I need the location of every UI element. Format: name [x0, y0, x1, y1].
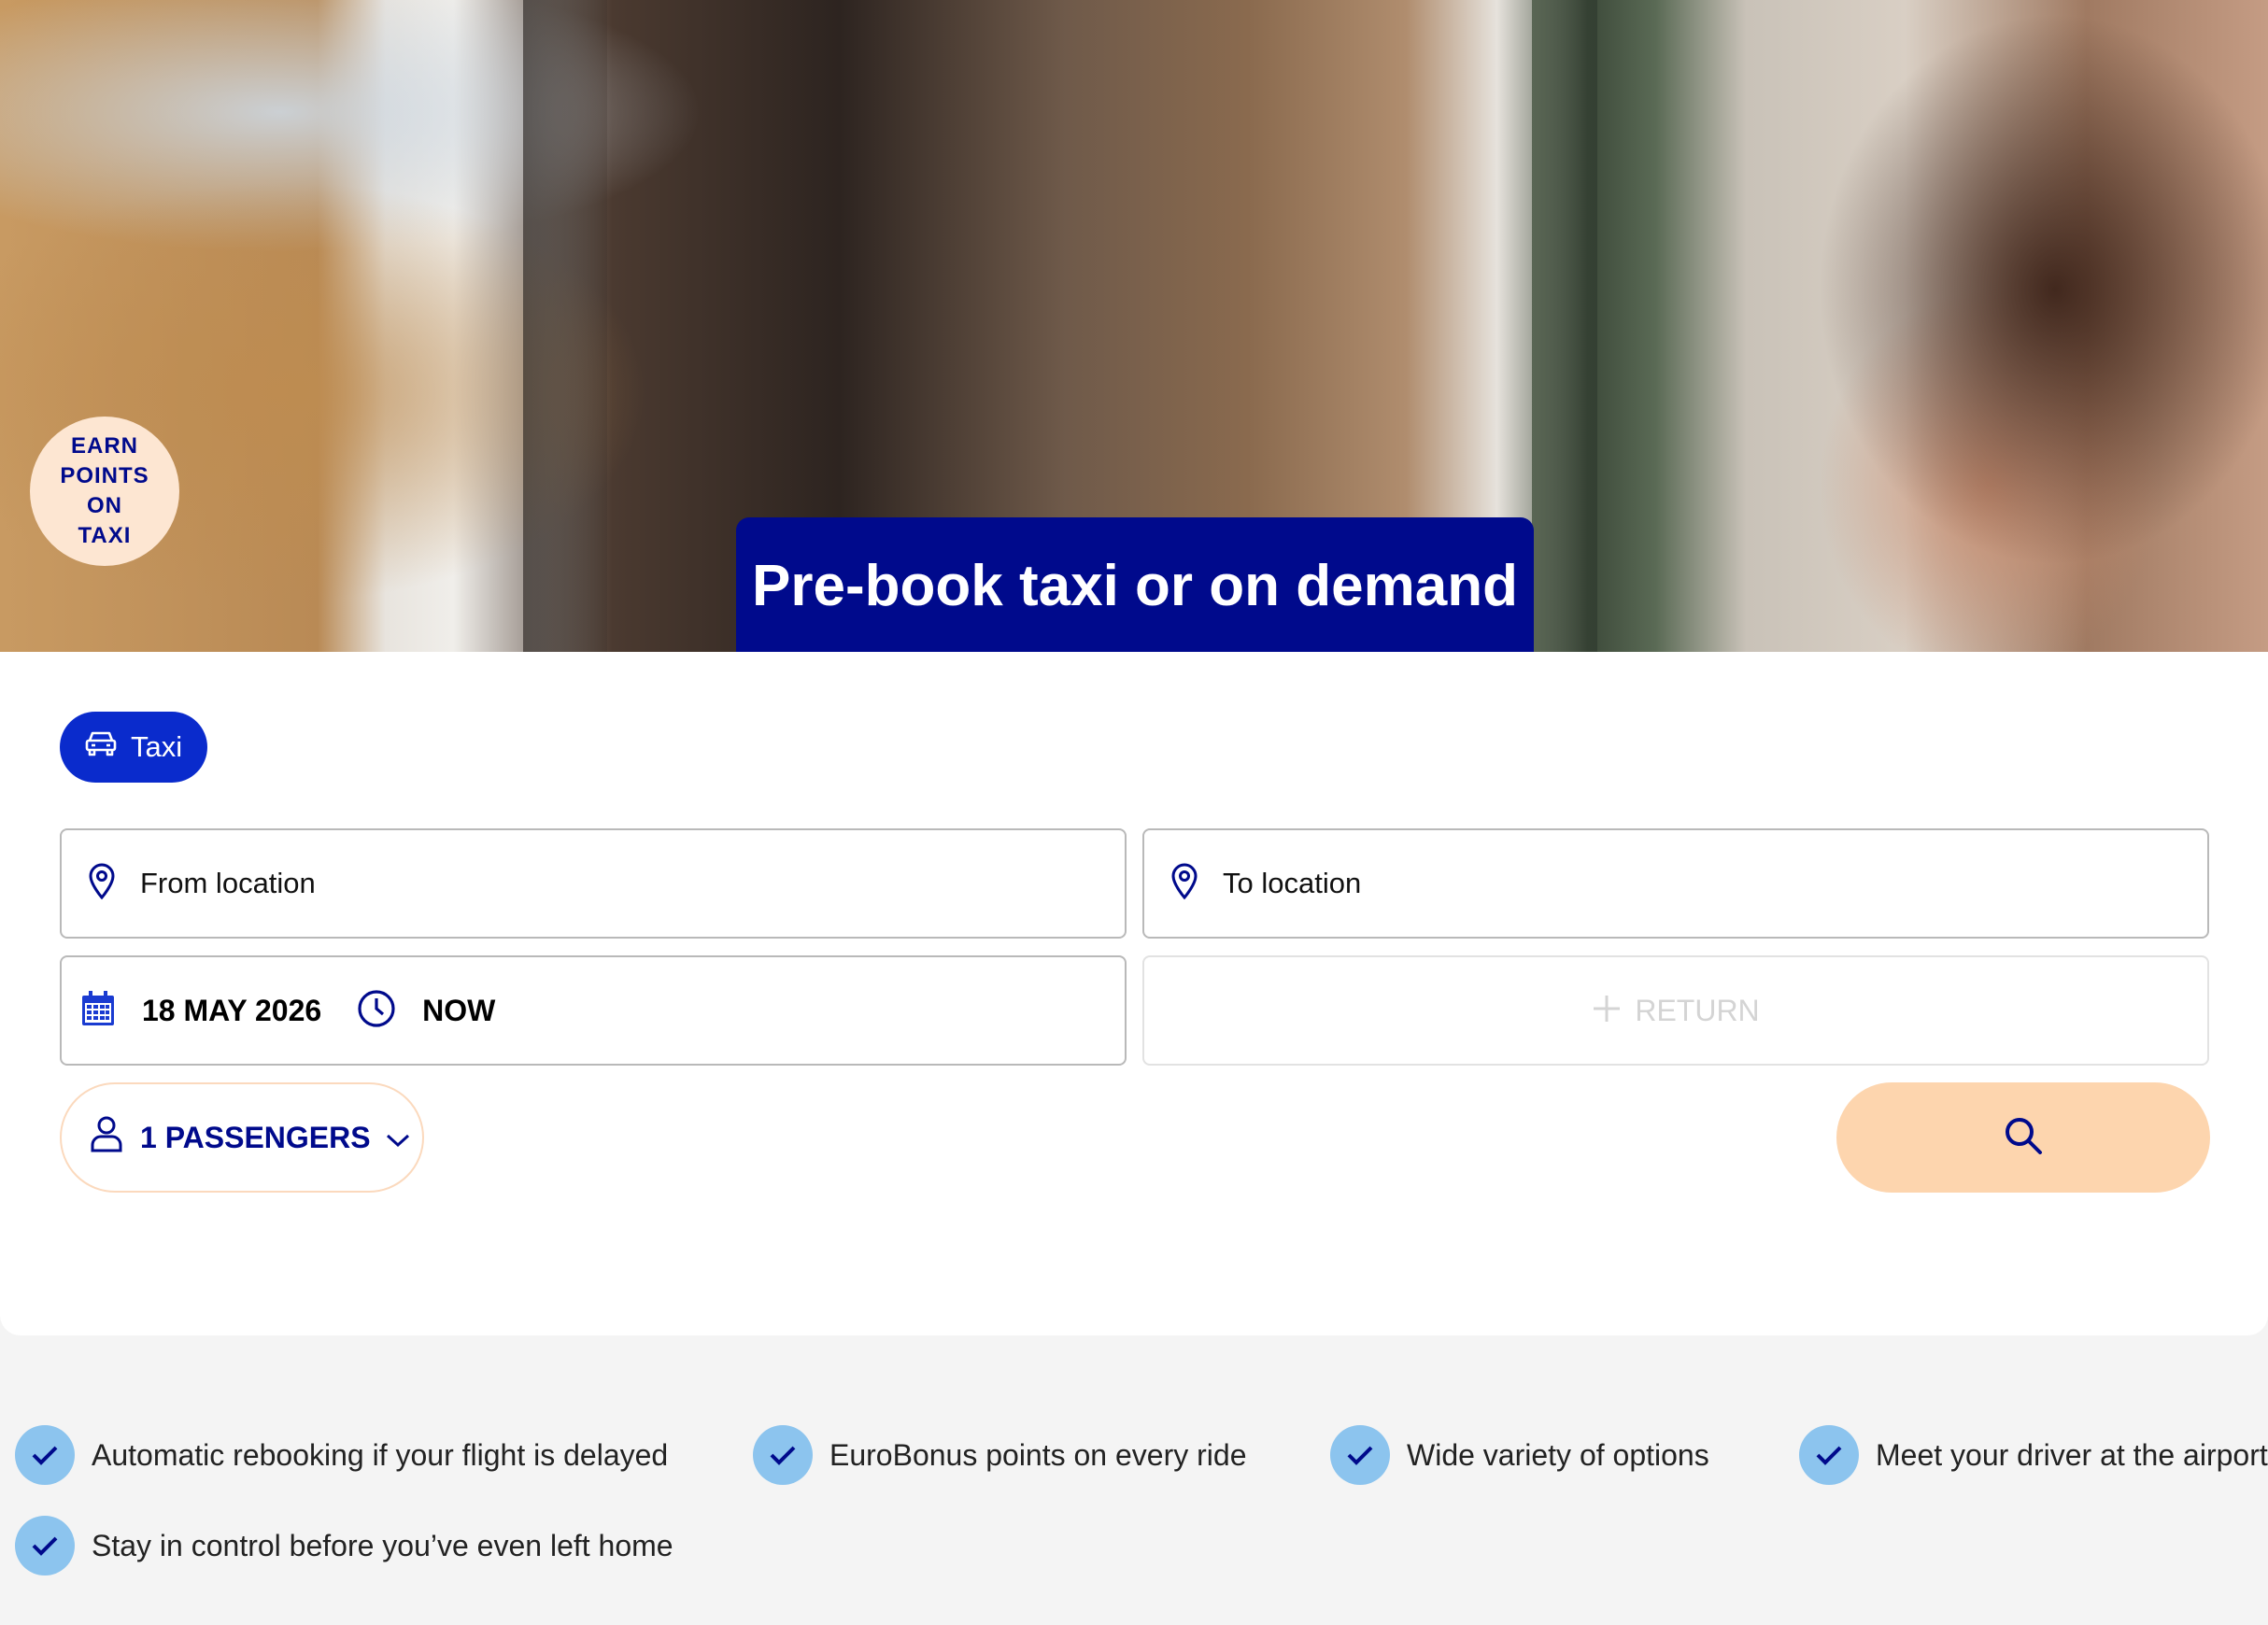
chevron-down-icon [386, 1121, 410, 1155]
hero-door-frame [1532, 0, 1597, 654]
benefit-item: Stay in control before you’ve even left … [15, 1516, 673, 1576]
add-return-button[interactable]: RETURN [1142, 955, 2209, 1066]
badge-line: TAXI [78, 523, 132, 548]
date-value: 18 MAY 2026 [142, 993, 322, 1027]
from-location-placeholder: From location [140, 867, 316, 899]
date-time-picker[interactable]: 18 MAY 2026 NOW [60, 955, 1127, 1066]
plus-icon [1592, 994, 1622, 1028]
calendar-icon [80, 990, 116, 1032]
passengers-label: 1 PASSENGERS [140, 1120, 371, 1154]
from-location-input[interactable]: From location [60, 828, 1127, 939]
passengers-dropdown[interactable]: 1 PASSENGERS [60, 1082, 424, 1193]
time-value: NOW [422, 993, 496, 1027]
check-icon [753, 1425, 813, 1485]
earn-points-badge: EARN POINTS ON TAXI [30, 417, 179, 566]
tab-taxi-label: Taxi [131, 730, 183, 763]
benefit-text: Stay in control before you’ve even left … [92, 1528, 673, 1562]
to-location-input[interactable]: To location [1142, 828, 2209, 939]
benefit-item: Automatic rebooking if your flight is de… [15, 1425, 668, 1485]
location-pin-icon [1170, 863, 1198, 905]
benefit-item: EuroBonus points on every ride [753, 1425, 1246, 1485]
user-icon [90, 1115, 123, 1160]
benefit-text: Meet your driver at the airport [1876, 1437, 2268, 1472]
hero-window-frame [523, 0, 607, 654]
benefit-text: Wide variety of options [1407, 1437, 1709, 1472]
badge-line: ON [87, 493, 122, 518]
return-label: RETURN [1635, 993, 1760, 1027]
search-button[interactable] [1836, 1082, 2210, 1193]
benefit-item: Meet your driver at the airport [1799, 1425, 2268, 1485]
check-icon [1330, 1425, 1390, 1485]
check-icon [15, 1516, 75, 1576]
benefit-item: Wide variety of options [1330, 1425, 1709, 1485]
badge-line: POINTS [60, 463, 149, 488]
hero-banner: EARN POINTS ON TAXI Pre-book taxi or on … [0, 0, 2268, 654]
page-title: Pre-book taxi or on demand [736, 517, 1534, 654]
booking-form: Taxi From location To location 18 MAY 20… [0, 652, 2268, 1335]
badge-line: EARN [70, 433, 138, 459]
benefit-text: Automatic rebooking if your flight is de… [92, 1437, 669, 1472]
car-icon [84, 729, 118, 765]
benefit-text: EuroBonus points on every ride [829, 1437, 1247, 1472]
check-icon [1799, 1425, 1859, 1485]
location-pin-icon [88, 863, 116, 905]
tab-taxi[interactable]: Taxi [60, 712, 207, 783]
search-icon [2003, 1115, 2044, 1161]
clock-icon [357, 989, 396, 1033]
check-icon [15, 1425, 75, 1485]
to-location-placeholder: To location [1223, 867, 1362, 899]
